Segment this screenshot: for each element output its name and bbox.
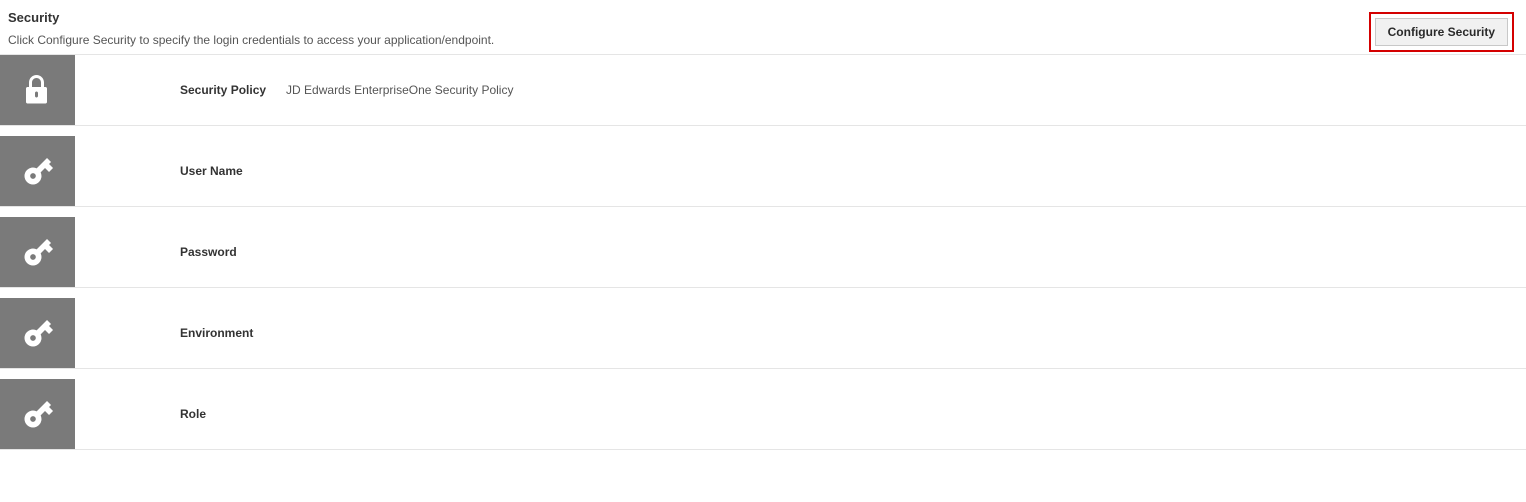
row-role: Role bbox=[0, 379, 1526, 450]
key-icon bbox=[0, 136, 75, 206]
environment-label: Environment bbox=[180, 326, 253, 340]
key-icon bbox=[0, 217, 75, 287]
security-policy-label: Security Policy bbox=[180, 83, 266, 97]
section-description: Click Configure Security to specify the … bbox=[8, 33, 494, 47]
section-title: Security bbox=[8, 10, 494, 25]
key-icon bbox=[0, 298, 75, 368]
row-environment: Environment bbox=[0, 298, 1526, 369]
key-icon bbox=[0, 379, 75, 449]
configure-security-button[interactable]: Configure Security bbox=[1375, 18, 1508, 46]
section-header: Security Click Configure Security to spe… bbox=[0, 0, 1526, 54]
password-label: Password bbox=[180, 245, 237, 259]
role-label: Role bbox=[180, 407, 206, 421]
security-rows: Security Policy JD Edwards EnterpriseOne… bbox=[0, 54, 1526, 450]
username-label: User Name bbox=[180, 164, 243, 178]
configure-security-highlight: Configure Security bbox=[1369, 12, 1514, 52]
security-policy-value: JD Edwards EnterpriseOne Security Policy bbox=[286, 83, 513, 97]
row-security-policy: Security Policy JD Edwards EnterpriseOne… bbox=[0, 55, 1526, 126]
lock-icon bbox=[0, 55, 75, 125]
row-password: Password bbox=[0, 217, 1526, 288]
row-username: User Name bbox=[0, 136, 1526, 207]
